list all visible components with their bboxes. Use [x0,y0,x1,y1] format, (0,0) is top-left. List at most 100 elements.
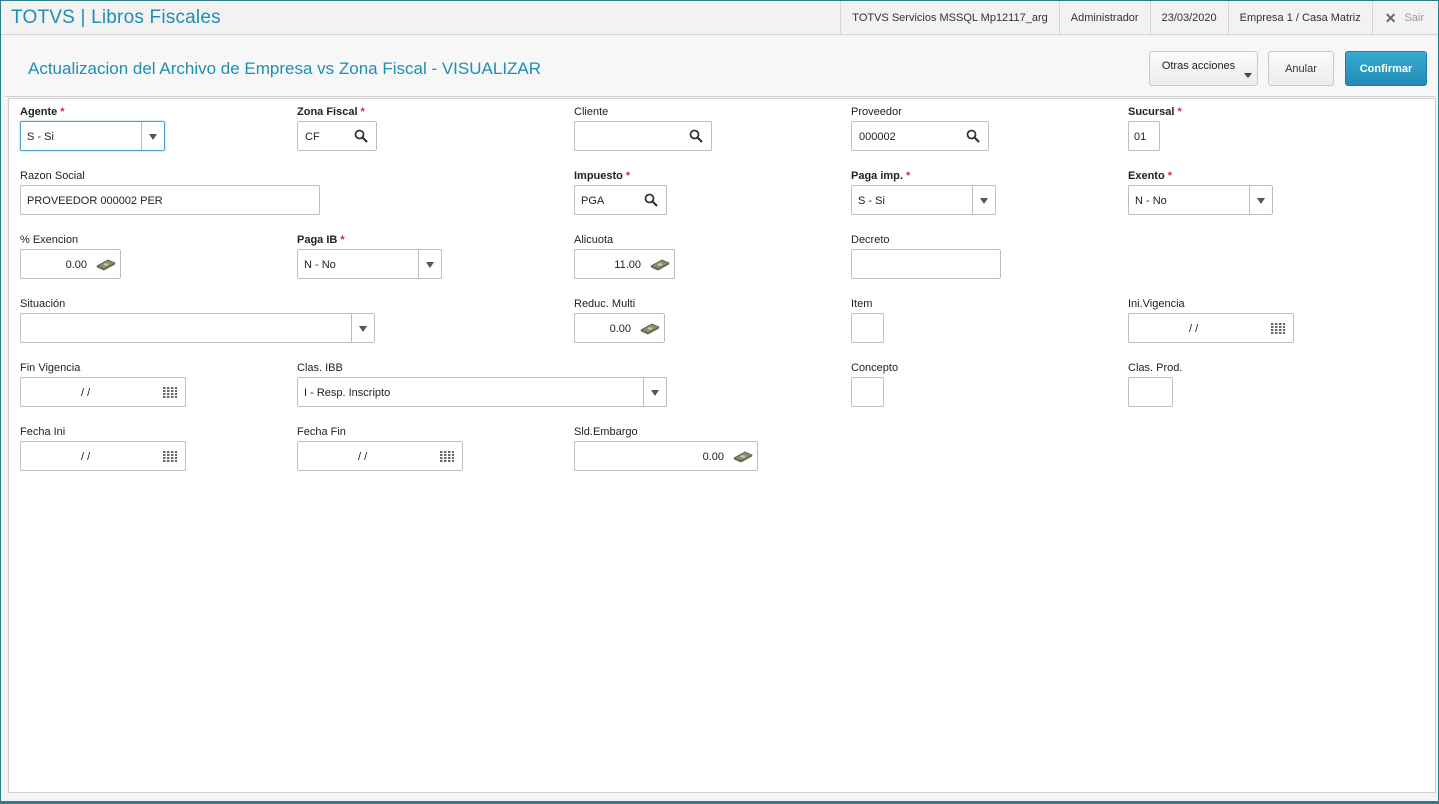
money-icon[interactable] [96,258,116,271]
dropdown-separator [972,186,973,214]
money-icon[interactable] [733,450,753,463]
close-icon: ✕ [1384,9,1397,26]
chevron-down-icon [651,390,659,396]
pct-exencion-input[interactable]: 0.00 [20,249,121,279]
search-icon[interactable] [966,129,980,143]
proveedor-value: 000002 [859,131,896,143]
dropdown-separator [1249,186,1250,214]
exento-label: Exento * [1128,170,1172,182]
calendar-icon[interactable] [1271,323,1285,334]
top-bar: TOTVS | Libros Fiscales TOTVS Servicios … [1,1,1438,35]
razon-social-label: Razon Social [20,170,85,182]
decreto-input[interactable] [851,249,1001,279]
other-actions-label: Otras acciones [1161,59,1236,72]
clas-ibb-value: I - Resp. Inscripto [304,387,391,399]
decreto-label: Decreto [851,234,890,246]
app-title: TOTVS | Libros Fiscales [11,7,221,28]
sucursal-input[interactable]: 01 [1128,121,1160,151]
user-label: Administrador [1058,1,1150,35]
concepto-label: Concepto [851,362,899,374]
razon-social-input[interactable]: PROVEEDOR 000002 PER [20,185,320,215]
search-icon[interactable] [354,129,368,143]
caret-down-icon [1244,73,1252,78]
calendar-icon[interactable] [163,451,177,462]
agente-label: Agente * [20,106,65,118]
reduc-multi-label: Reduc. Multi [574,298,636,310]
alicuota-label: Alicuota [574,234,614,246]
other-actions-button[interactable]: Otras acciones [1149,51,1258,86]
dropdown-separator [418,250,419,278]
alicuota-value: 11.00 [614,259,641,271]
date-label: 23/03/2020 [1149,1,1228,35]
money-icon[interactable] [640,322,660,335]
exento-select[interactable]: N - No [1128,185,1273,215]
item-input[interactable] [851,313,884,343]
paga-ib-value: N - No [304,259,336,271]
cliente-input[interactable] [574,121,712,151]
fin-vigencia-label: Fin Vigencia [20,362,81,374]
paga-imp-value: S - Si [858,195,885,207]
chevron-down-icon [1257,198,1265,204]
proveedor-label: Proveedor [851,106,902,118]
paga-ib-select[interactable]: N - No [297,249,442,279]
search-icon[interactable] [644,193,658,207]
zona-fiscal-input[interactable]: CF [297,121,377,151]
chevron-down-icon [359,326,367,332]
proveedor-input[interactable]: 000002 [851,121,989,151]
chevron-down-icon [980,198,988,204]
calendar-icon[interactable] [440,451,454,462]
sucursal-label: Sucursal * [1128,106,1182,118]
chevron-down-icon [426,262,434,268]
impuesto-input[interactable]: PGA [574,185,667,215]
razon-social-value: PROVEEDOR 000002 PER [27,195,163,207]
reduc-multi-input[interactable]: 0.00 [574,313,665,343]
form-content: Agente * S - Si Zona Fiscal * CF Cliente P… [8,98,1436,793]
ini-vigencia-date[interactable]: / / [1128,313,1294,343]
fin-vigencia-date[interactable]: / / [20,377,186,407]
cliente-label: Cliente [574,106,609,118]
sucursal-value: 01 [1134,131,1147,143]
ini-vigencia-value: / / [1189,323,1199,335]
paga-imp-select[interactable]: S - Si [851,185,996,215]
pct-exencion-value: 0.00 [65,259,87,271]
alicuota-input[interactable]: 11.00 [574,249,675,279]
paga-ib-label: Paga IB * [297,234,345,246]
sld-embargo-label: Sld.Embargo [574,426,638,438]
zona-fiscal-label: Zona Fiscal * [297,106,365,118]
environment-label: TOTVS Servicios MSSQL Mp12117_arg [840,1,1058,35]
sld-embargo-value: 0.00 [702,451,724,463]
agente-select[interactable]: S - Si [20,121,165,151]
confirm-button[interactable]: Confirmar [1345,51,1427,86]
fin-vigencia-value: / / [81,387,91,399]
item-label: Item [851,298,873,310]
search-icon[interactable] [689,129,703,143]
calendar-icon[interactable] [163,387,177,398]
cancel-button[interactable]: Anular [1268,51,1334,86]
chevron-down-icon [149,134,157,140]
session-info: TOTVS Servicios MSSQL Mp12117_arg Admini… [840,1,1438,35]
clas-prod-input[interactable] [1128,377,1173,407]
page-title: Actualizacion del Archivo de Empresa vs … [28,59,542,78]
clas-ibb-select[interactable]: I - Resp. Inscripto [297,377,667,407]
paga-imp-label: Paga imp. * [851,170,911,182]
situacion-select[interactable] [20,313,375,343]
exit-label: Sair [1404,12,1424,24]
reduc-multi-value: 0.00 [609,323,631,335]
exento-value: N - No [1135,195,1167,207]
fecha-ini-date[interactable]: / / [20,441,186,471]
exit-button[interactable]: ✕ Sair [1371,1,1438,35]
money-icon[interactable] [650,258,670,271]
fecha-ini-value: / / [81,451,91,463]
fecha-fin-value: / / [358,451,368,463]
fecha-ini-label: Fecha Ini [20,426,66,438]
concepto-input[interactable] [851,377,884,407]
clas-prod-label: Clas. Prod. [1128,362,1183,374]
fecha-fin-date[interactable]: / / [297,441,463,471]
ini-vigencia-label: Ini.Vigencia [1128,298,1185,310]
pct-exencion-label: % Exencion [20,234,79,246]
company-label[interactable]: Empresa 1 / Casa Matriz [1227,1,1372,35]
sld-embargo-input[interactable]: 0.00 [574,441,758,471]
zona-fiscal-value: CF [305,131,320,143]
fecha-fin-label: Fecha Fin [297,426,346,438]
dropdown-separator [351,314,352,342]
